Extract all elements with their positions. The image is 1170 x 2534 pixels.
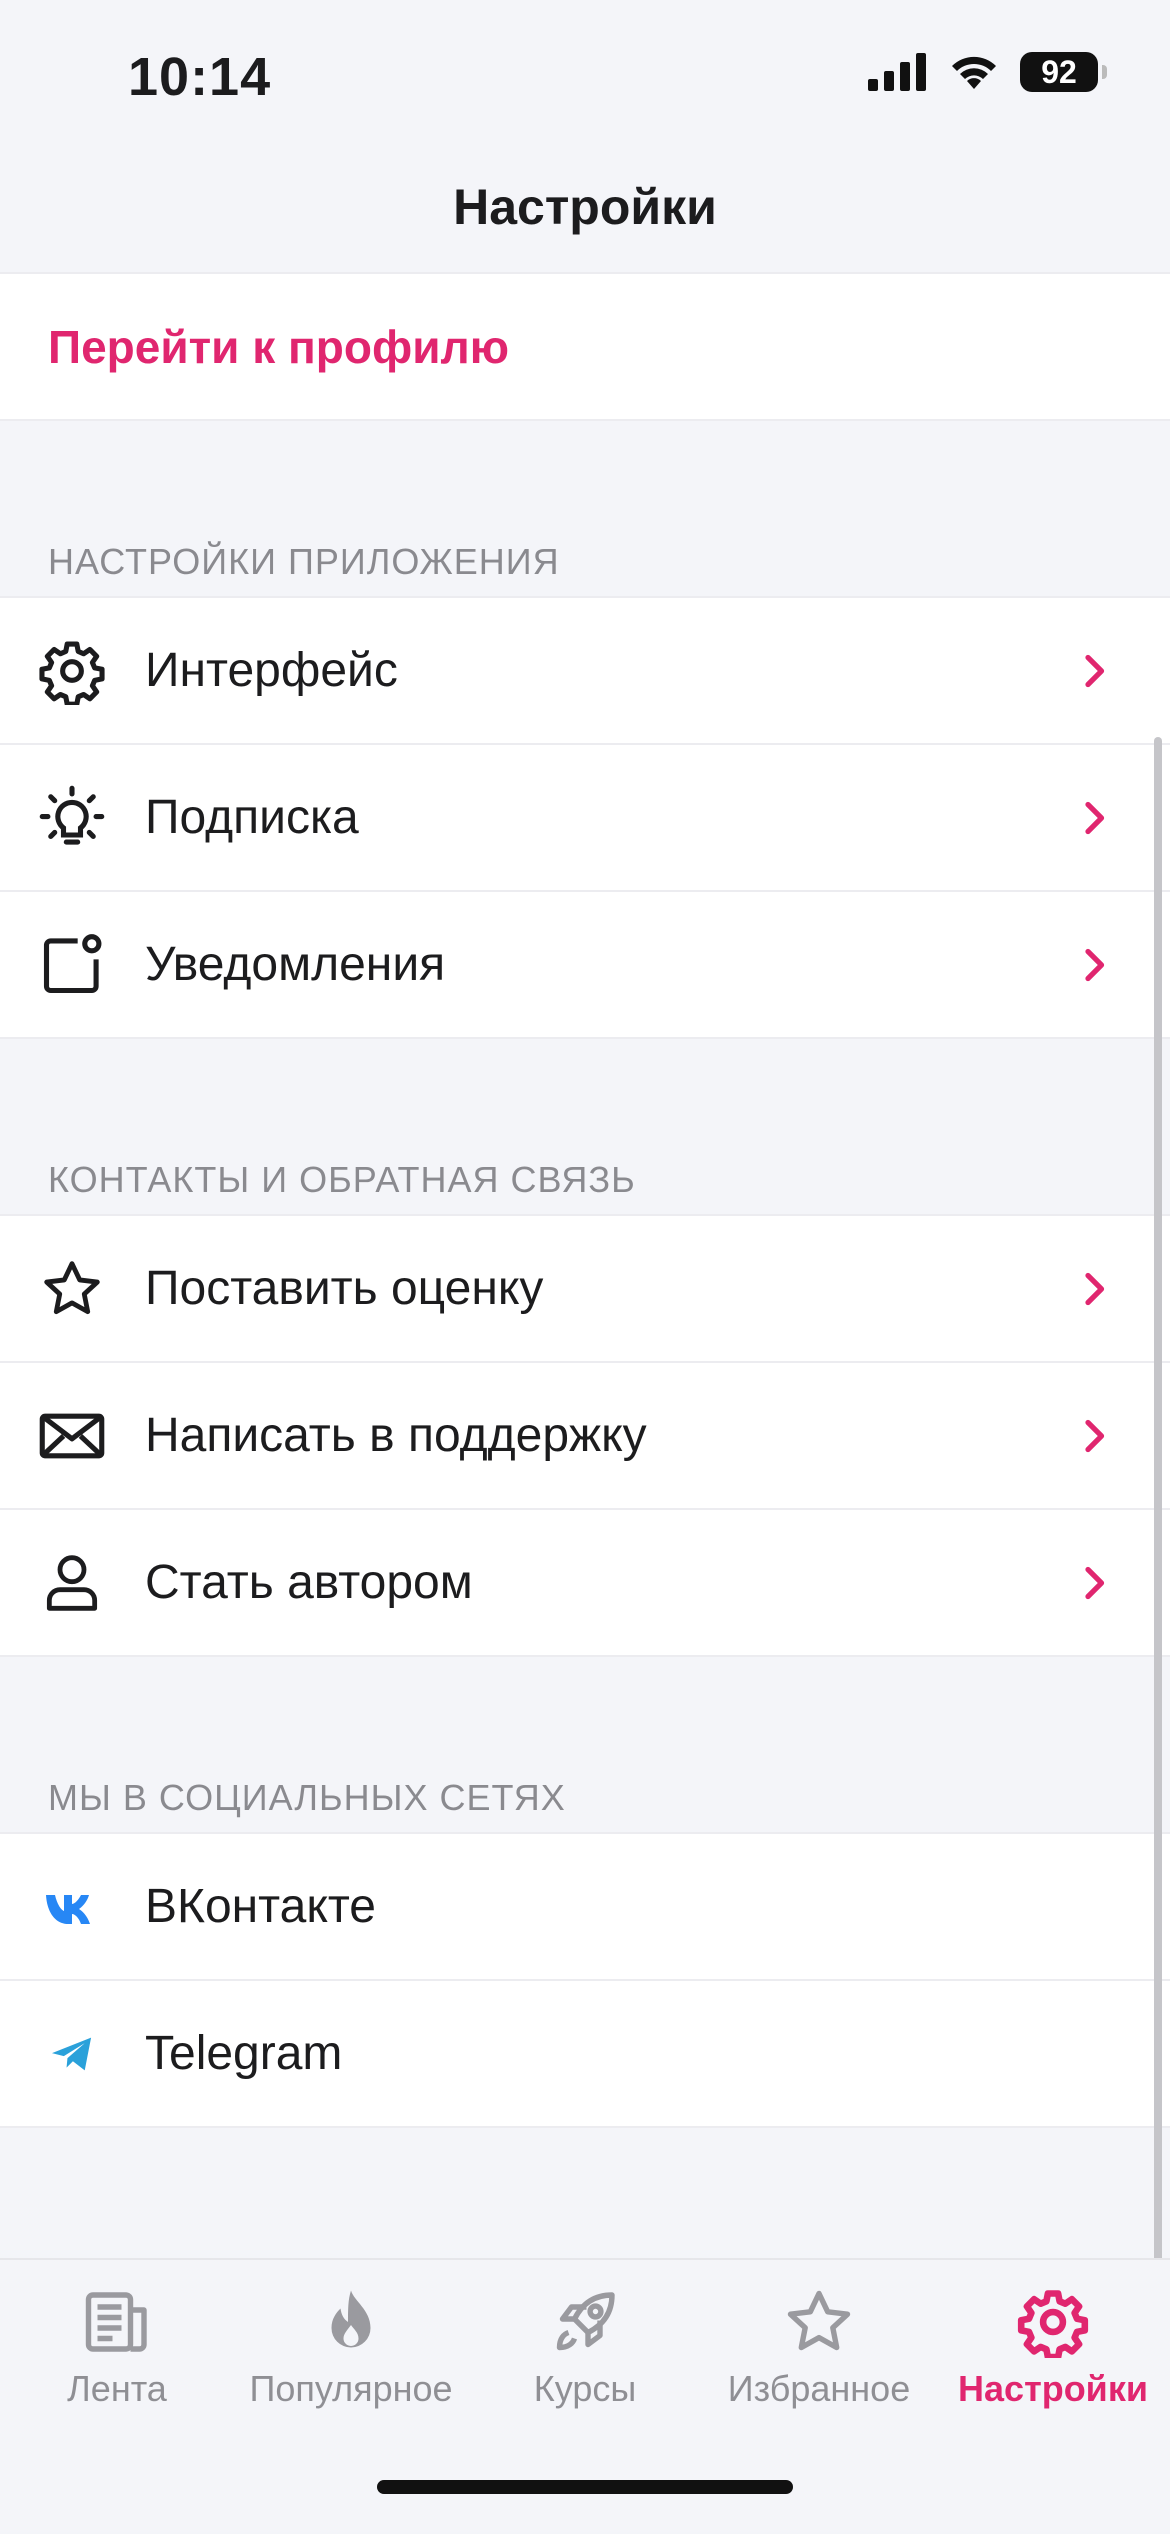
chevron-right-icon bbox=[1085, 1272, 1105, 1305]
chevron-right-icon bbox=[1085, 801, 1105, 834]
signal-icon bbox=[868, 53, 926, 91]
chevron-right-icon bbox=[1085, 948, 1105, 981]
section-header-contacts: КОНТАКТЫ И ОБРАТНАЯ СВЯЗЬ bbox=[0, 1159, 1170, 1216]
page-title: Настройки bbox=[453, 179, 717, 235]
social-item-telegram[interactable]: Telegram bbox=[0, 1981, 1170, 2128]
social-item-label: Telegram bbox=[145, 2027, 343, 2080]
section-header-app-settings: НАСТРОЙКИ ПРИЛОЖЕНИЯ bbox=[0, 541, 1170, 598]
gear-icon bbox=[1017, 2290, 1089, 2358]
scrollbar[interactable] bbox=[1154, 737, 1162, 2258]
status-bar: 10:14 92 bbox=[0, 0, 1170, 150]
gear-icon bbox=[38, 637, 106, 705]
navigation-bar: Настройки bbox=[0, 150, 1170, 272]
tab-favorites[interactable]: Избранное bbox=[702, 2260, 936, 2410]
lightbulb-icon bbox=[38, 784, 106, 852]
chevron-right-icon bbox=[1085, 1566, 1105, 1599]
settings-item-become-author[interactable]: Стать автором bbox=[0, 1510, 1170, 1657]
tab-popular[interactable]: Популярное bbox=[234, 2260, 468, 2410]
status-time: 10:14 bbox=[128, 47, 272, 107]
settings-item-label: Уведомления bbox=[145, 938, 446, 991]
tab-bar: Лента Популярное Курсы Избранное Настрой… bbox=[0, 2258, 1170, 2534]
envelope-icon bbox=[38, 1402, 106, 1470]
section-header-social: МЫ В СОЦИАЛЬНЫХ СЕТЯХ bbox=[0, 1777, 1170, 1834]
settings-item-label: Написать в поддержку bbox=[145, 1409, 647, 1462]
rocket-icon bbox=[556, 2292, 615, 2351]
tab-label: Избранное bbox=[727, 2368, 911, 2409]
vk-icon bbox=[38, 1873, 106, 1941]
settings-item-interface[interactable]: Интерфейс bbox=[0, 598, 1170, 745]
star-icon bbox=[38, 1255, 106, 1323]
wifi-icon bbox=[952, 56, 996, 89]
flame-icon bbox=[331, 2290, 371, 2348]
star-icon bbox=[787, 2290, 851, 2351]
go-to-profile-link[interactable]: Перейти к профилю bbox=[48, 320, 509, 374]
chevron-right-icon bbox=[1085, 1419, 1105, 1452]
settings-item-label: Поставить оценку bbox=[145, 1262, 544, 1315]
settings-item-label: Подписка bbox=[145, 791, 359, 844]
battery-level: 92 bbox=[1041, 53, 1077, 90]
settings-item-label: Интерфейс bbox=[145, 644, 398, 697]
tab-label: Настройки bbox=[958, 2368, 1148, 2409]
settings-item-subscription[interactable]: Подписка bbox=[0, 745, 1170, 892]
settings-item-notifications[interactable]: Уведомления bbox=[0, 892, 1170, 1039]
user-icon bbox=[38, 1549, 106, 1617]
social-item-vk[interactable]: ВКонтакте bbox=[0, 1834, 1170, 1981]
news-icon bbox=[85, 2292, 147, 2352]
tab-feed[interactable]: Лента bbox=[0, 2260, 234, 2410]
tab-label: Лента bbox=[67, 2368, 167, 2409]
battery-indicator: 92 bbox=[1020, 52, 1107, 92]
settings-item-label: Стать автором bbox=[145, 1556, 473, 1609]
tab-label: Популярное bbox=[249, 2368, 453, 2409]
profile-row[interactable]: Перейти к профилю bbox=[0, 274, 1170, 421]
tab-settings[interactable]: Настройки bbox=[936, 2260, 1170, 2410]
home-indicator bbox=[377, 2480, 793, 2494]
settings-item-support[interactable]: Написать в поддержку bbox=[0, 1363, 1170, 1510]
settings-item-rate[interactable]: Поставить оценку bbox=[0, 1216, 1170, 1363]
tab-label: Курсы bbox=[533, 2368, 637, 2409]
tab-courses[interactable]: Курсы bbox=[468, 2260, 702, 2410]
settings-list[interactable]: Перейти к профилю НАСТРОЙКИ ПРИЛОЖЕНИЯ И… bbox=[0, 272, 1170, 2258]
status-icons: 92 bbox=[868, 52, 1107, 92]
social-item-label: ВКонтакте bbox=[145, 1880, 376, 1933]
chevron-right-icon bbox=[1085, 654, 1105, 687]
notification-icon bbox=[38, 931, 106, 999]
telegram-icon bbox=[38, 2020, 106, 2088]
